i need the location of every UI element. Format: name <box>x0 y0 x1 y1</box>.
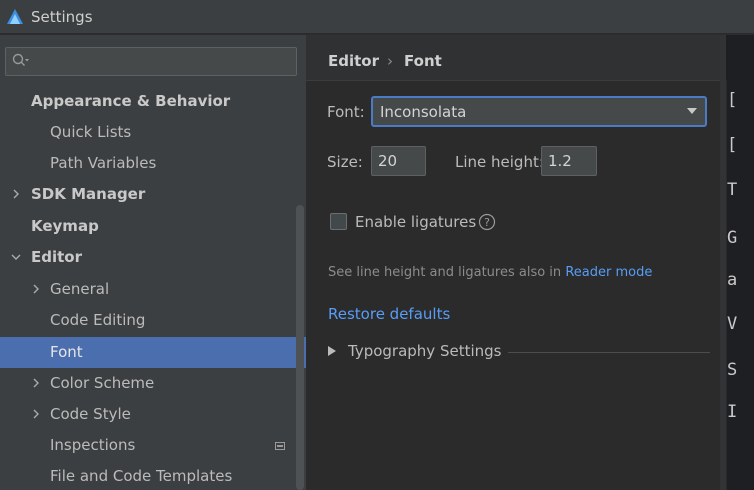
breadcrumb-separator: › <box>387 52 393 70</box>
help-icon[interactable]: ? <box>478 213 496 231</box>
restore-defaults-link[interactable]: Restore defaults <box>328 305 450 323</box>
typography-settings-section[interactable]: Typography Settings <box>328 342 710 362</box>
breadcrumb-current: Font <box>404 52 442 70</box>
sidebar-item-label: Inspections <box>50 436 136 454</box>
sidebar-item-general[interactable]: General <box>0 274 296 305</box>
window-title: Settings <box>31 8 93 26</box>
sidebar-item-label: Quick Lists <box>50 123 132 141</box>
svg-text:?: ? <box>484 216 490 229</box>
triangle-right-icon[interactable] <box>328 346 336 356</box>
preview-line: [ <box>727 135 738 155</box>
chevron-down-icon[interactable] <box>11 252 21 262</box>
search-input[interactable] <box>5 47 297 76</box>
breadcrumb: Editor › Font <box>306 35 726 81</box>
line-height-value: 1.2 <box>548 152 572 170</box>
typography-settings-label[interactable]: Typography Settings <box>348 342 501 360</box>
font-select[interactable]: Inconsolata <box>371 96 707 127</box>
enable-ligatures-checkbox[interactable] <box>330 213 347 230</box>
sidebar-item-label: Appearance & Behavior <box>31 92 231 110</box>
preview-line: a <box>727 270 738 290</box>
sidebar-item-label: General <box>50 280 110 298</box>
sidebar-item-file-code-templates[interactable]: File and Code Templates <box>0 461 296 490</box>
settings-sidebar: Appearance & Behavior Quick Lists Path V… <box>0 35 306 490</box>
sidebar-item-appearance-behavior[interactable]: Appearance & Behavior <box>0 86 296 117</box>
chevron-right-icon[interactable] <box>11 189 21 199</box>
size-input[interactable]: 20 <box>371 146 426 176</box>
sidebar-item-keymap[interactable]: Keymap <box>0 211 296 242</box>
font-select-value: Inconsolata <box>380 103 467 121</box>
sidebar-item-code-style[interactable]: Code Style <box>0 399 296 430</box>
sidebar-item-font[interactable]: Font <box>0 337 306 368</box>
sidebar-item-label: File and Code Templates <box>50 467 233 485</box>
sidebar-item-sdk-manager[interactable]: SDK Manager <box>0 179 296 210</box>
search-icon <box>12 53 29 66</box>
reader-mode-link[interactable]: Reader mode <box>565 265 652 280</box>
line-height-input[interactable]: 1.2 <box>541 146 597 176</box>
sidebar-scrollbar[interactable] <box>296 205 304 490</box>
sidebar-item-quick-lists[interactable]: Quick Lists <box>0 117 296 148</box>
sidebar-item-label: Path Variables <box>50 154 157 172</box>
size-label: Size: <box>327 153 363 171</box>
preview-line: S <box>727 360 738 380</box>
sidebar-item-label: Code Editing <box>50 311 146 329</box>
font-settings-panel: Editor › Font Font: Inconsolata Size: 20… <box>306 35 726 490</box>
project-scope-icon <box>275 442 285 450</box>
sidebar-item-inspections[interactable]: Inspections <box>0 430 296 461</box>
sidebar-item-code-editing[interactable]: Code Editing <box>0 305 296 336</box>
sidebar-item-editor[interactable]: Editor <box>0 242 296 273</box>
section-divider <box>508 352 710 353</box>
line-height-label: Line height: <box>455 153 544 171</box>
preview-line: T <box>727 180 738 200</box>
sidebar-item-label: Color Scheme <box>50 374 155 392</box>
chevron-right-icon[interactable] <box>31 284 41 294</box>
preview-line: G <box>727 228 738 248</box>
sidebar-item-label: Font <box>50 343 83 361</box>
preview-line: [ <box>727 90 738 110</box>
chevron-right-icon[interactable] <box>31 378 41 388</box>
sidebar-item-label: Code Style <box>50 405 131 423</box>
sidebar-item-color-scheme[interactable]: Color Scheme <box>0 368 296 399</box>
sidebar-item-label: SDK Manager <box>31 185 146 203</box>
enable-ligatures-label[interactable]: Enable ligatures <box>355 213 476 231</box>
sidebar-item-label: Keymap <box>31 217 99 235</box>
reader-mode-note: See line height and ligatures also in Re… <box>328 265 652 280</box>
preview-line: I <box>727 402 738 422</box>
preview-header <box>726 35 754 80</box>
preview-line: V <box>727 314 738 334</box>
font-preview-pane[interactable]: [ [ T G a V S I <box>726 80 754 490</box>
font-label: Font: <box>327 103 365 121</box>
dropdown-arrow-icon <box>687 108 697 114</box>
sidebar-item-label: Editor <box>31 248 82 266</box>
chevron-right-icon[interactable] <box>31 409 41 419</box>
sidebar-item-path-variables[interactable]: Path Variables <box>0 148 296 179</box>
breadcrumb-parent[interactable]: Editor <box>328 52 379 70</box>
title-bar: Settings <box>0 0 754 34</box>
note-text: See line height and ligatures also in <box>328 265 562 280</box>
app-logo-icon <box>7 9 23 24</box>
size-value: 20 <box>378 152 398 170</box>
